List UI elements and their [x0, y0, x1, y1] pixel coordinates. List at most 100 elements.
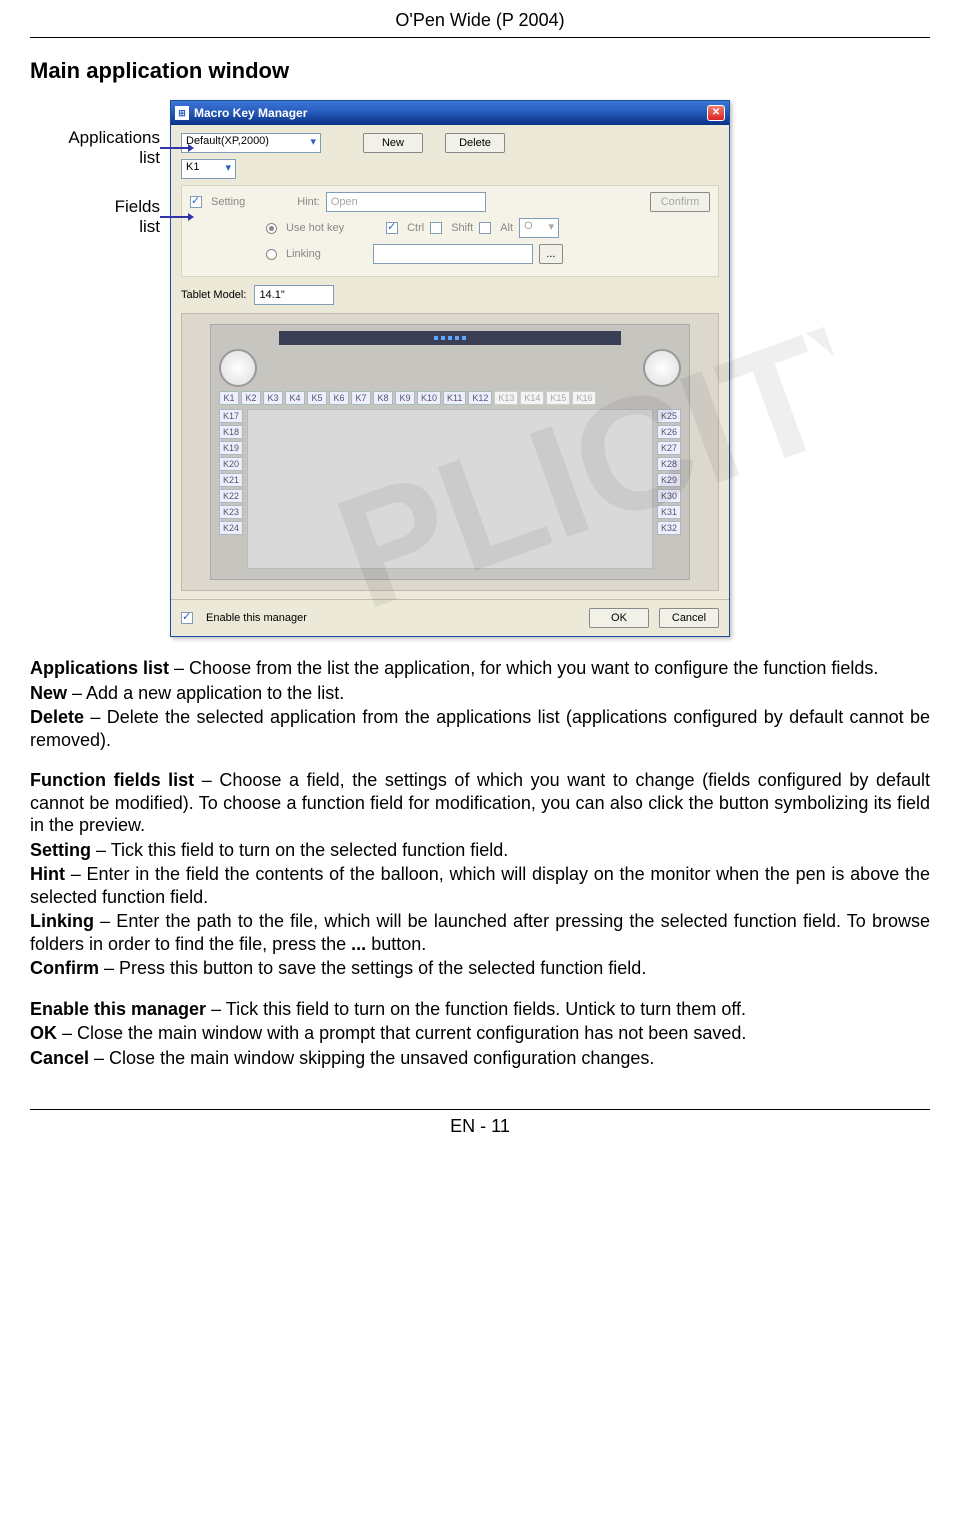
k-button[interactable]: K22 — [219, 489, 243, 503]
select-value: Default(XP,2000) — [186, 135, 269, 147]
term: Applications list — [30, 658, 169, 678]
term: Enable this manager — [30, 999, 206, 1019]
definition: button. — [366, 934, 426, 954]
k-button[interactable]: K17 — [219, 409, 243, 423]
k-button[interactable]: K3 — [263, 391, 283, 405]
k-button[interactable]: K25 — [657, 409, 681, 423]
applications-select[interactable]: Default(XP,2000) ▾ — [181, 133, 321, 153]
macro-key-manager-window: ⊞ Macro Key Manager ✕ Default(XP,2000) ▾… — [170, 100, 730, 637]
tablet-indicator-bar — [279, 331, 621, 345]
k-button[interactable]: K12 — [468, 391, 492, 405]
use-hotkey-label: Use hot key — [286, 222, 344, 234]
ctrl-label: Ctrl — [407, 222, 424, 234]
setting-checkbox[interactable] — [190, 196, 202, 208]
k-button[interactable]: K16 — [572, 391, 596, 405]
doc-footer: EN - 11 — [30, 1116, 930, 1157]
k-button[interactable]: K2 — [241, 391, 261, 405]
select-value: O — [524, 220, 533, 232]
k-button[interactable]: K4 — [285, 391, 305, 405]
k-button[interactable]: K18 — [219, 425, 243, 439]
term: Delete — [30, 707, 84, 727]
arrow-icon — [160, 147, 190, 149]
k-button[interactable]: K7 — [351, 391, 371, 405]
k-button[interactable]: K24 — [219, 521, 243, 535]
term: New — [30, 683, 67, 703]
callout-label: Applications — [68, 128, 160, 147]
definition: – Delete the selected application from t… — [30, 707, 930, 750]
k-button[interactable]: K32 — [657, 521, 681, 535]
linking-label: Linking — [286, 248, 321, 260]
definition: – Close the main window with a prompt th… — [57, 1023, 746, 1043]
k-button[interactable]: K9 — [395, 391, 415, 405]
k-button[interactable]: K23 — [219, 505, 243, 519]
tablet-preview: K1K2K3K4K5K6K7K8K9K10K11K12K13K14K15K16 … — [181, 313, 719, 591]
k-button[interactable]: K15 — [546, 391, 570, 405]
titlebar[interactable]: ⊞ Macro Key Manager ✕ — [171, 101, 729, 125]
footer-rule — [30, 1109, 930, 1110]
definition: – Tick this field to turn on the functio… — [206, 999, 746, 1019]
term: OK — [30, 1023, 57, 1043]
k-button[interactable]: K5 — [307, 391, 327, 405]
shift-label: Shift — [451, 222, 473, 234]
k-button[interactable]: K20 — [219, 457, 243, 471]
definition: – Tick this field to turn on the selecte… — [91, 840, 508, 860]
use-hotkey-radio[interactable] — [266, 223, 277, 234]
k-button[interactable]: K28 — [657, 457, 681, 471]
term: Setting — [30, 840, 91, 860]
k-button[interactable]: K29 — [657, 473, 681, 487]
k-button[interactable]: K19 — [219, 441, 243, 455]
k-button[interactable]: K13 — [494, 391, 518, 405]
close-button[interactable]: ✕ — [707, 105, 725, 121]
callout-applications: Applications list — [30, 128, 160, 167]
hint-input[interactable] — [326, 192, 486, 212]
setting-label: Setting — [211, 196, 245, 208]
hotkey-select[interactable]: O ▾ — [519, 218, 559, 238]
k-button[interactable]: K6 — [329, 391, 349, 405]
k-col-right: K25 K26 K27 K28 K29 K30 K31 K32 — [657, 409, 681, 569]
tablet-model-input[interactable] — [254, 285, 334, 305]
k-button[interactable]: K1 — [219, 391, 239, 405]
k-button[interactable]: K26 — [657, 425, 681, 439]
definition: – Choose from the list the application, … — [169, 658, 878, 678]
linking-input[interactable] — [373, 244, 533, 264]
shift-checkbox[interactable] — [430, 222, 442, 234]
definition: – Close the main window skipping the uns… — [89, 1048, 654, 1068]
callout-label: list — [139, 217, 160, 236]
confirm-button[interactable]: Confirm — [650, 192, 710, 212]
k-col-left: K17 K18 K19 K20 K21 K22 K23 K24 — [219, 409, 243, 569]
chevron-down-icon: ▾ — [310, 135, 316, 148]
callout-column: Applications list Fields list — [30, 100, 160, 266]
fields-select[interactable]: K1 ▾ — [181, 159, 236, 179]
cancel-button[interactable]: Cancel — [659, 608, 719, 628]
tablet-model-label: Tablet Model: — [181, 289, 246, 301]
term: Confirm — [30, 958, 99, 978]
k-button[interactable]: K31 — [657, 505, 681, 519]
term: Cancel — [30, 1048, 89, 1068]
k-button[interactable]: K11 — [443, 391, 466, 405]
enable-manager-checkbox[interactable] — [181, 612, 193, 624]
browse-button[interactable]: ... — [539, 244, 563, 264]
new-button[interactable]: New — [363, 133, 423, 153]
definition: – Add a new application to the list. — [67, 683, 344, 703]
term: ... — [351, 934, 366, 954]
k-button[interactable]: K8 — [373, 391, 393, 405]
header-rule — [30, 37, 930, 38]
window-title: Macro Key Manager — [194, 106, 707, 120]
select-value: K1 — [186, 161, 199, 173]
k-button[interactable]: K27 — [657, 441, 681, 455]
callout-label: list — [139, 148, 160, 167]
k-button[interactable]: K21 — [219, 473, 243, 487]
definition: – Enter the path to the file, which will… — [30, 911, 930, 954]
settings-panel: Setting Hint: Confirm Use hot key Ctrl S — [181, 185, 719, 277]
term: Linking — [30, 911, 94, 931]
k-button[interactable]: K30 — [657, 489, 681, 503]
linking-radio[interactable] — [266, 249, 277, 260]
tablet-surface[interactable] — [247, 409, 653, 569]
ctrl-checkbox[interactable] — [386, 222, 398, 234]
k-button[interactable]: K10 — [417, 391, 441, 405]
k-button[interactable]: K14 — [520, 391, 544, 405]
delete-button[interactable]: Delete — [445, 133, 505, 153]
alt-checkbox[interactable] — [479, 222, 491, 234]
enable-manager-label: Enable this manager — [206, 612, 307, 624]
ok-button[interactable]: OK — [589, 608, 649, 628]
